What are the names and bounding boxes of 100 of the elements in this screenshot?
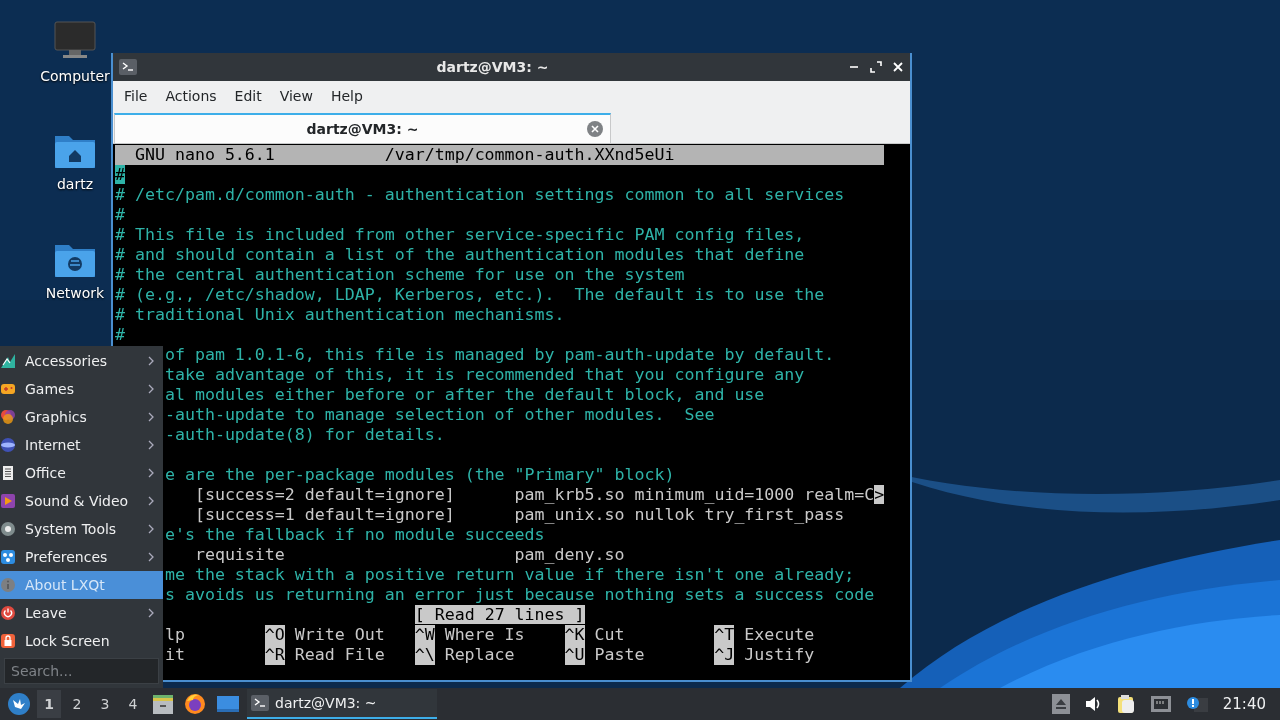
terminal-icon bbox=[251, 695, 269, 711]
eject-icon[interactable] bbox=[1051, 694, 1070, 714]
network-port-icon[interactable] bbox=[1149, 695, 1172, 713]
code-line: s avoids us returning an error just because nothing sets a success code bbox=[164, 585, 875, 604]
menu-item[interactable]: Sound & Video bbox=[0, 487, 163, 515]
monitor-icon[interactable] bbox=[53, 20, 97, 60]
code-line: e are the per-package modules (the "Primary" block) bbox=[164, 465, 675, 484]
clock[interactable]: 21:40 bbox=[1222, 695, 1266, 713]
window-title: dartz@VM3: ~ bbox=[435, 59, 550, 75]
desktop-icon[interactable] bbox=[216, 694, 240, 714]
shortcut-label: Cut bbox=[594, 625, 625, 645]
chevron-right-icon bbox=[147, 411, 155, 423]
shortcut-key: ^R bbox=[264, 645, 285, 665]
code-line: -auth-update(8) for details. bbox=[164, 425, 445, 444]
bird-logo-icon[interactable] bbox=[8, 693, 30, 715]
shortcut-label: Read File bbox=[294, 645, 385, 665]
menu-item[interactable]: System Tools bbox=[0, 515, 163, 543]
power-icon bbox=[0, 605, 16, 621]
code-line: # the central authentication scheme for use on the system bbox=[115, 265, 685, 284]
code-line: e's the fallback if no module succeeds bbox=[164, 525, 545, 544]
shortcut-label: Write Out bbox=[294, 625, 385, 645]
menu-item[interactable]: Leave bbox=[0, 599, 163, 627]
chevron-right-icon bbox=[147, 383, 155, 395]
chevron-right-icon bbox=[147, 467, 155, 479]
clipboard-icon[interactable] bbox=[1115, 694, 1136, 714]
status-message: [ Read 27 lines ] bbox=[414, 605, 585, 624]
shortcut-key: ^U bbox=[564, 645, 585, 665]
code-line: # bbox=[115, 325, 125, 344]
dots-icon bbox=[0, 549, 16, 565]
search-field[interactable]: Search... bbox=[4, 658, 159, 684]
chevron-right-icon bbox=[147, 439, 155, 451]
menu-item[interactable]: Accessories bbox=[0, 347, 163, 375]
info-icon bbox=[0, 577, 16, 593]
task-button[interactable]: dartz@VM3: ~ bbox=[247, 689, 437, 719]
shortcut-label: Execute bbox=[744, 625, 815, 645]
code-line: of pam 1.0.1-6, this file is managed by pam-auth-update by default. bbox=[164, 345, 835, 364]
play-icon bbox=[0, 493, 16, 509]
code-line: [success=2 default=ignore] pam_krb5.so minimum_uid=1000 realm=C bbox=[193, 485, 875, 504]
notification-icon[interactable] bbox=[1185, 695, 1208, 713]
chevron-right-icon bbox=[147, 355, 155, 367]
menu-item[interactable]: Office bbox=[0, 459, 163, 487]
menu-item[interactable]: File bbox=[115, 87, 157, 104]
desktop-switch-button[interactable]: 3 bbox=[93, 690, 117, 718]
code-line: # /etc/pam.d/common-auth - authentication settings common to all services bbox=[115, 185, 845, 204]
restore-icon[interactable] bbox=[870, 61, 882, 73]
menu-item[interactable]: Preferences bbox=[0, 543, 163, 571]
chart-icon bbox=[0, 353, 16, 369]
editor-version: GNU nano 5.6.1 bbox=[133, 145, 276, 165]
tab-label[interactable]: dartz@VM3: ~ bbox=[306, 121, 419, 137]
desktop-switch-button[interactable]: 1 bbox=[37, 690, 61, 718]
menu-item[interactable]: Actions bbox=[156, 87, 226, 104]
menu-item[interactable]: View bbox=[270, 87, 322, 104]
code-line: -auth-update to manage selection of other modules. See bbox=[164, 405, 715, 424]
terminal-icon bbox=[119, 59, 137, 75]
code-line: me the stack with a positive return value if there isn't one already; bbox=[164, 565, 855, 584]
menu-item[interactable]: Internet bbox=[0, 431, 163, 459]
code-line: [success=1 default=ignore] pam_unix.so nullok try_first_pass bbox=[193, 505, 845, 524]
color-circles-icon bbox=[0, 409, 16, 425]
shortcut-key: ^\ bbox=[414, 645, 435, 665]
menu-item[interactable]: Help bbox=[321, 87, 372, 104]
tab[interactable]: dartz@VM3: ~ bbox=[114, 113, 611, 143]
shortcut-label: Where Is bbox=[444, 625, 525, 645]
shortcut-label: lp bbox=[164, 625, 185, 645]
firefox-icon[interactable] bbox=[184, 693, 206, 715]
desktop-icon-label[interactable]: dartz bbox=[56, 176, 94, 192]
menu-item[interactable]: Graphics bbox=[0, 403, 163, 431]
close-icon[interactable] bbox=[892, 61, 904, 73]
chevron-right-icon bbox=[147, 523, 155, 535]
desktop-icon-label[interactable]: Computer bbox=[40, 68, 110, 84]
shortcut-key: ^T bbox=[714, 625, 735, 645]
shortcut-label: it bbox=[164, 645, 185, 665]
lock-icon bbox=[0, 633, 16, 649]
menu-item[interactable]: Games bbox=[0, 375, 163, 403]
code-line: # and should contain a list of the authentication modules that define bbox=[115, 245, 805, 264]
file-cabinet-icon[interactable] bbox=[152, 693, 174, 715]
menu-item[interactable]: Lock Screen bbox=[0, 627, 163, 655]
code-line: # traditional Unix authentication mechanisms. bbox=[115, 305, 565, 324]
gear-icon bbox=[0, 521, 16, 537]
shortcut-key: ^J bbox=[714, 645, 735, 665]
desktop-icon-label[interactable]: Network bbox=[45, 285, 105, 301]
text-cursor: # bbox=[115, 165, 125, 184]
shortcut-label: Replace bbox=[444, 645, 515, 665]
code-line: # This file is included from other service-specific PAM config files, bbox=[115, 225, 805, 244]
speaker-icon[interactable] bbox=[1083, 695, 1102, 713]
document-icon bbox=[0, 465, 16, 481]
globe-icon bbox=[0, 437, 16, 453]
code-line: requisite pam_deny.so bbox=[193, 545, 625, 564]
file-path: /var/tmp/common-auth.XXnd5eUi bbox=[384, 145, 675, 165]
chevron-right-icon bbox=[147, 495, 155, 507]
chevron-right-icon bbox=[147, 607, 155, 619]
desktop-switch-button[interactable]: 4 bbox=[121, 690, 145, 718]
code-line: # bbox=[115, 205, 125, 224]
shortcut-label: Paste bbox=[594, 645, 645, 665]
shortcut-key: ^W bbox=[414, 625, 435, 645]
code-line: al modules either before or after the default block, and use bbox=[164, 385, 765, 404]
gamepad-icon bbox=[0, 381, 16, 397]
chevron-right-icon bbox=[147, 551, 155, 563]
menu-item[interactable]: Edit bbox=[225, 87, 271, 104]
shortcut-key: ^O bbox=[264, 625, 285, 645]
desktop-switch-button[interactable]: 2 bbox=[65, 690, 89, 718]
